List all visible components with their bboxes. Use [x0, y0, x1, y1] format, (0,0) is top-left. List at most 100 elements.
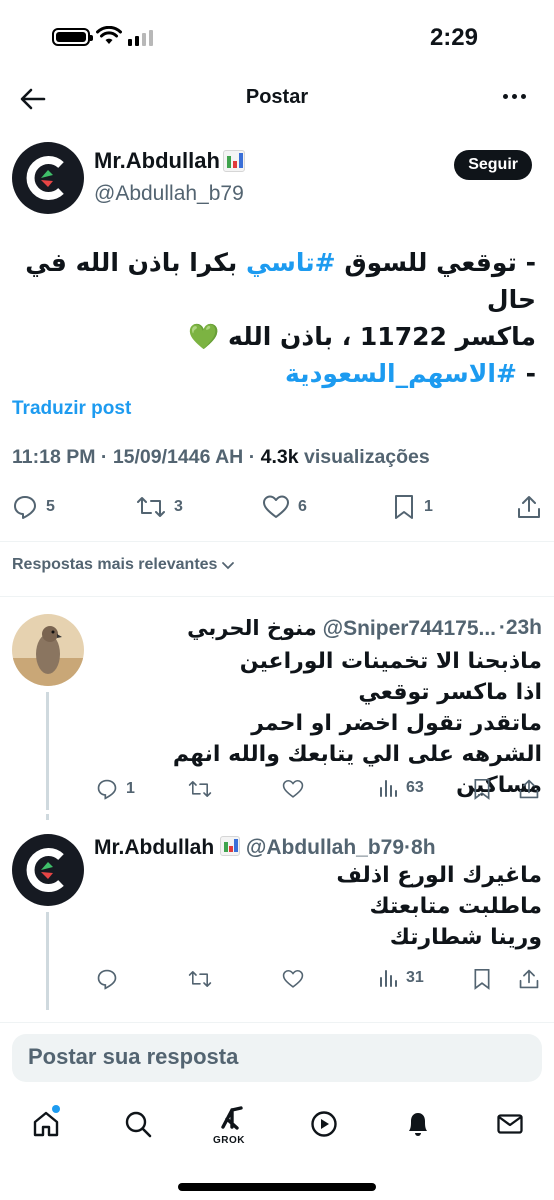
reply-action-bar: 1 63: [0, 778, 554, 810]
divider: [0, 596, 554, 597]
falcon-photo: [12, 614, 84, 686]
post-header: Mr.Abdullah @Abdullah_b79 Seguir: [0, 140, 554, 220]
reply-item[interactable]: منوخ الحربي @Sniper744175... ·23h ماذبحن…: [0, 604, 554, 814]
green-heart-emoji-icon: 💚: [188, 322, 220, 351]
reply-text: ماغيرك الورع اذلف ماطلبت متابعتك ورينا ش…: [336, 863, 542, 950]
share-icon: [519, 779, 539, 799]
logo-icon: [26, 156, 64, 200]
reply-header: Mr.Abdullah @Abdullah_b79·8h: [94, 836, 436, 859]
reply-time: ·23h: [498, 616, 542, 639]
share-button[interactable]: [516, 494, 542, 520]
repost-button[interactable]: [188, 778, 212, 800]
bookmark-icon: [474, 969, 490, 990]
reply-time: 8h: [411, 836, 436, 859]
post-text: - توقعي للسوق #تاسي بكرا باذن الله في حا…: [18, 244, 536, 392]
mail-icon: [497, 1114, 523, 1134]
status-time: 2:29: [429, 24, 478, 51]
thread-line: [46, 814, 49, 820]
tab-notifications[interactable]: [398, 1104, 438, 1144]
divider: [0, 1022, 554, 1023]
reply-composer[interactable]: Postar sua resposta: [12, 1034, 542, 1082]
views-button[interactable]: 63: [378, 778, 424, 798]
share-button[interactable]: [518, 778, 540, 800]
post-action-bar: 5 3 6 1: [0, 494, 554, 526]
divider: [0, 541, 554, 542]
bookmark-button[interactable]: 1: [392, 494, 433, 520]
grok-tab-label: GROK: [213, 1135, 245, 1146]
reply-button[interactable]: 5: [12, 494, 55, 520]
post-line-3: - #الاسهم_السعودية: [285, 359, 536, 388]
logo-icon: [26, 848, 64, 892]
new-content-dot: [52, 1105, 60, 1113]
bar-chart-emoji-icon: [222, 150, 245, 172]
reply-author-handle[interactable]: @Sniper744175...: [323, 617, 496, 640]
views-button[interactable]: 31: [378, 968, 424, 988]
repost-icon: [188, 971, 212, 987]
grok-icon: [221, 1106, 243, 1130]
top-nav: Postar: [0, 76, 554, 120]
post-line-2: ماكسر 11722 ، باذن الله 💚: [188, 322, 536, 351]
tab-grok[interactable]: [212, 1098, 252, 1138]
reply-author-name[interactable]: Mr.Abdullah: [94, 836, 214, 859]
bar-chart-icon: [380, 970, 397, 987]
page-title: Postar: [245, 86, 309, 108]
search-icon: [125, 1111, 152, 1138]
reply-action-bar: 31: [0, 968, 554, 1000]
battery-icon: [52, 28, 93, 46]
like-button[interactable]: [282, 968, 304, 990]
reply-icon: [97, 779, 117, 800]
cellular-signal-icon: [128, 30, 153, 46]
home-indicator: [178, 1183, 376, 1191]
status-bar: 2:29: [0, 0, 554, 76]
tab-search[interactable]: [118, 1104, 158, 1144]
home-icon: [33, 1111, 59, 1137]
bookmark-icon: [474, 779, 490, 800]
hashtag-link[interactable]: #تاسي: [246, 248, 336, 277]
reply-author-name[interactable]: منوخ الحربي: [187, 616, 317, 640]
author-handle[interactable]: @Abdullah_b79: [94, 182, 244, 206]
bookmark-button[interactable]: [472, 968, 492, 990]
like-button[interactable]: 6: [262, 494, 307, 520]
follow-button[interactable]: Seguir: [454, 150, 532, 180]
repost-icon: [137, 497, 165, 517]
replies-sort-dropdown[interactable]: Respostas mais relevantes: [12, 556, 235, 574]
bar-chart-icon: [380, 780, 397, 797]
bookmark-icon: [395, 495, 413, 519]
reply-input[interactable]: Postar sua resposta: [28, 1044, 238, 1070]
heart-icon: [282, 779, 304, 798]
tab-messages[interactable]: [490, 1104, 530, 1144]
bar-chart-emoji-icon: [220, 836, 241, 856]
heart-icon: [263, 495, 289, 518]
avatar[interactable]: [12, 834, 84, 906]
share-icon: [519, 969, 539, 989]
reply-author-handle[interactable]: @Abdullah_b79: [246, 836, 404, 859]
bookmark-button[interactable]: [472, 778, 492, 800]
reply-header: منوخ الحربي @Sniper744175...: [187, 616, 496, 641]
repost-button[interactable]: 3: [136, 494, 183, 520]
avatar[interactable]: [12, 142, 84, 214]
share-button[interactable]: [518, 968, 540, 990]
like-button[interactable]: [282, 778, 304, 800]
reply-icon: [14, 496, 36, 519]
bell-icon: [409, 1113, 427, 1136]
post-line-1: - توقعي للسوق #تاسي بكرا باذن الله في حا…: [25, 248, 536, 314]
reply-icon: [97, 969, 117, 990]
translate-post-link[interactable]: Traduzir post: [12, 398, 131, 420]
reply-button[interactable]: [96, 968, 118, 990]
chevron-down-icon: [222, 562, 235, 570]
hashtag-link[interactable]: #الاسهم_السعودية: [285, 359, 517, 388]
reply-button[interactable]: 1: [96, 778, 135, 800]
tab-home[interactable]: [26, 1104, 66, 1144]
more-horizontal-icon[interactable]: [503, 86, 526, 106]
tab-video[interactable]: [304, 1104, 344, 1144]
repost-button[interactable]: [188, 968, 212, 990]
bottom-tab-bar: [0, 1096, 554, 1156]
avatar[interactable]: [12, 614, 84, 686]
post-meta: 11:18 PM · 15/09/1446 AH · 4.3k visualiz…: [12, 446, 430, 468]
reply-item[interactable]: Mr.Abdullah @Abdullah_b79·8h ماغيرك الور…: [0, 814, 554, 1014]
share-icon: [518, 496, 540, 518]
play-circle-icon: [311, 1111, 337, 1137]
author-name[interactable]: Mr.Abdullah: [94, 148, 245, 174]
repost-icon: [188, 781, 212, 797]
wifi-icon: [96, 26, 122, 44]
